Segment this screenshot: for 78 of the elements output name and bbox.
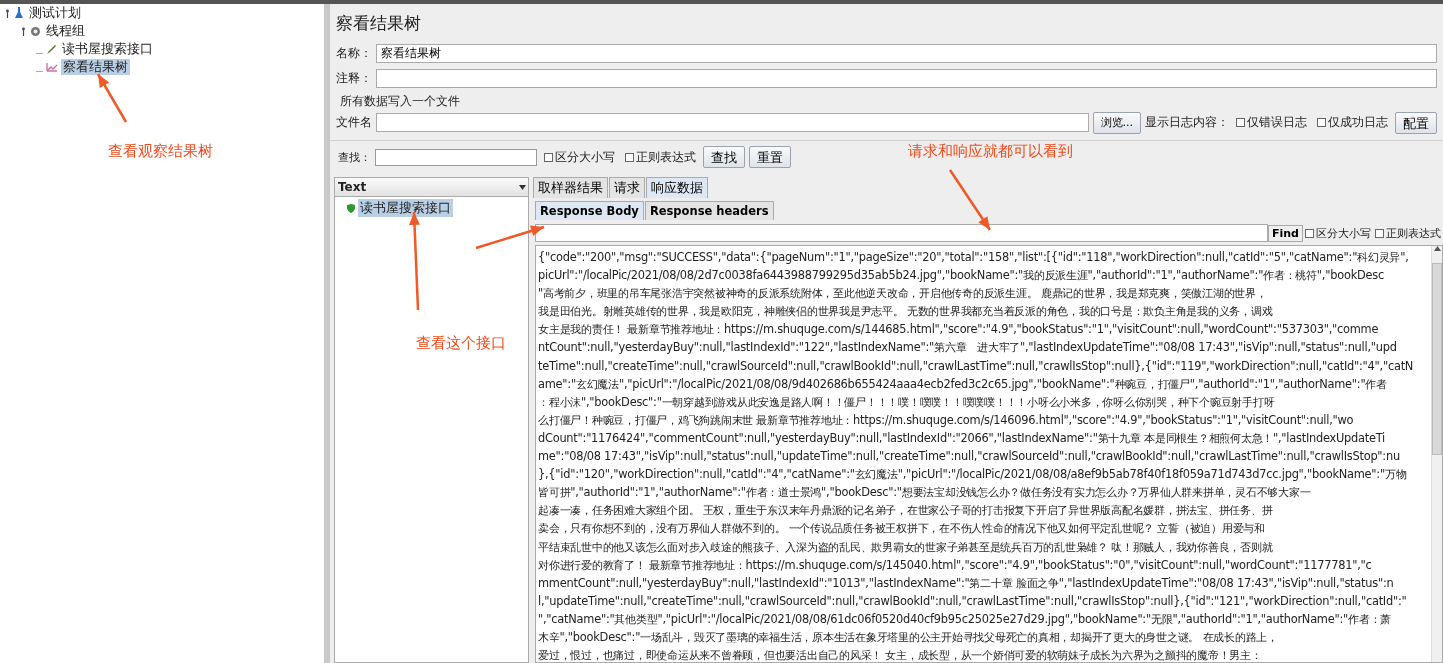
checkbox-label: 正则表达式: [636, 148, 696, 166]
chart-icon: [46, 62, 58, 72]
find-button[interactable]: Find: [1268, 224, 1303, 242]
checkbox[interactable]: [1305, 228, 1314, 238]
section-title: 所有数据写入一个文件: [339, 93, 461, 110]
scroll-up-icon[interactable]: [1433, 246, 1441, 251]
checkbox-label: 仅错误日志: [1247, 114, 1307, 131]
response-text-line: 皆可拼","authorId":"1","authorName":"作者：道士景鸿","bookDesc":"想要法宝却没钱怎么办？做任务没有实力怎么办？万界仙人群来拼单，灵石不够大家一: [538, 484, 1312, 502]
response-text-line: 平结束乱世中的他又该怎么面对步入歧途的熊孩子、入深为盗的乱民、欺男霸女的世家子弟甚至是统兵百万的乱世枭雄？ 呔！那贼人，我劝你善良，否则就: [538, 538, 1274, 556]
config-button[interactable]: 配置: [1395, 111, 1437, 134]
response-text-line: {"code":"200","msg":"SUCCESS","data":{"pageNum":"1","pageSize":"20","total":"158","list":[{"id":"118","workDirection":null,"catId":"5","catName":"科幻灵异",: [538, 249, 1410, 266]
checkbox[interactable]: [1317, 118, 1326, 127]
annotation-text: 查看这个接口: [416, 334, 506, 353]
response-text-line: l,"updateTime":null,"createTime":null,"crawlSourceId":null,"crawlBookId":null,"crawlLastTime":null,"crawlIsStop":null},{"id":"121","workDirection":null,"catId":": [538, 592, 1408, 610]
checkbox-label: 区分大小写: [555, 148, 615, 166]
tree-item[interactable]: 线程组: [44, 23, 87, 39]
annotation-text: 查看观察结果树: [108, 142, 213, 161]
annotation-arrow: [475, 225, 545, 250]
response-text-line: 起凑一凑，任务困难大家组个团。 王权，重生于东汉末年丹鼎派的记名弟子，在世家公子哥的打击报复下开启了异世界版高配名媛群，拼法宝、拼任务、拼: [538, 502, 1274, 520]
checkbox-label: 仅成功日志: [1328, 114, 1388, 131]
response-text-line: "高考前夕，班里的吊车尾张浩宇突然被神奇的反派系统附体，至此他逆天改命，开启他传奇的反派生涯。 鹿鼎记的世界，我是郑克爽，笑傲江湖的世界，: [538, 285, 1268, 303]
dropdown-caret-icon[interactable]: [519, 184, 526, 190]
tab[interactable]: 取样器结果: [533, 177, 608, 198]
response-text-line: 我是田伯光。射雕英雄传的世界，我是欧阳克，神雕侠侣的世界我是尹志平。 无数的世界我都充当着反派的角色，我的口号是：欺负主角是我的义务，调戏: [538, 303, 1274, 321]
checkbox-label: 区分大小写: [1316, 225, 1371, 241]
name-label: 名称：: [336, 45, 372, 62]
flask-icon: [14, 7, 24, 19]
checkbox-label: 正则表达式: [1386, 225, 1441, 241]
tab[interactable]: 响应数据: [646, 177, 708, 198]
filename-field[interactable]: [376, 113, 1089, 132]
file-label: 文件名: [336, 114, 372, 131]
checkbox[interactable]: [544, 152, 553, 162]
tree-item[interactable]: 读书屋搜索接口: [60, 41, 155, 57]
browse-button[interactable]: 浏览...: [1092, 111, 1141, 134]
search-label: 查找：: [338, 149, 371, 165]
response-text-line: 卖会，只有你想不到的，没有万界仙人群做不到的。 一个传说品质任务被王权拼下，在不伤人性命的情况下他又如何平定乱世呢？ 立誓（被迫）用爱与和: [538, 520, 1266, 538]
tab[interactable]: Response Body: [535, 201, 644, 220]
response-text-line: ntCount":null,"yesterdayBuy":null,"lastIndexId":"122","lastIndexName":"第六章 进大牢了","lastIndexUpdateTime":"08/08 17:43","isVip":null,"status":null,"upd: [538, 339, 1398, 357]
response-text-line: teTime":null,"createTime":null,"crawlSourceId":null,"crawlBookId":null,"crawlLastTime":null,"crawlIsStop":null},{"id":"119","workDirection":null,"catId":"4","catN: [538, 357, 1415, 375]
response-text-line: 对你进行爱的教育了！ 最新章节推荐地址：https://m.shuquge.com/s/145040.html","score":"4.9","bookStatus":"0","visitCount":null,"wordCount":"1177781","c: [538, 556, 1373, 574]
response-text-line: picUrl":"/localPic/2021/08/08/2d7c0038fa6443988799295d35ab5b24.jpg","bookName":"我的反派生涯","authorId":"1","authorName":"作者：桃符","bookDesc: [538, 267, 1385, 285]
annotation-arrow: [96, 73, 128, 123]
panel-title: 察看结果树: [335, 12, 422, 35]
checkbox[interactable]: [1375, 228, 1384, 238]
response-text-line: mmentCount":null,"yesterdayBuy":null,"lastIndexId":"1013","lastIndexName":"第二十章 脸面之争","lastIndexUpdateTime":"08/08 17:43","isVip":null,"status":n: [538, 574, 1395, 592]
checkbox[interactable]: [625, 152, 634, 162]
comment-label: 注释：: [336, 70, 372, 87]
scrollbar-thumb[interactable]: [1432, 263, 1442, 455]
response-text-line: 木辛","bookDesc":"一场乱斗，毁灭了墨璃的幸福生活，原本生活在象牙塔里的公主开始寻找父母死亡的真相，却揭开了更大的身世之谜。 在成长的路上，: [538, 628, 1279, 646]
response-text-line: me":"08/08 17:43","isVip":null,"status":null,"updateTime":null,"createTime":null,"crawlSourceId":null,"crawlBookId":null,"crawlLastTime":null,"crawlIsStop":nu: [538, 448, 1401, 466]
annotation-arrow: [948, 169, 992, 231]
name-field[interactable]: 察看结果树: [376, 44, 1437, 63]
response-text-line: 爱过，恨过，也痛过，即使命运从来不曾眷顾，但也要活出自己的风采！ 女主，成长型，从一个娇俏可爱的软萌妹子成长为六界为之颤抖的魔帝！男主：: [538, 647, 1263, 662]
response-text-line: ：程小沫","bookDesc":"一朝穿越到游戏从此安逸是路人啊！！僵尸！！！噗！噗噗！！噗噗噗！！！小呀么小米多，你呀么你别哭，种下个豌豆射手打呀: [538, 393, 1276, 411]
log-label: 显示日志内容：: [1145, 114, 1229, 131]
expand-toggle-icon[interactable]: [4, 8, 11, 18]
pen-icon: [46, 43, 57, 55]
tab[interactable]: Response headers: [644, 201, 774, 220]
response-text-line: ","catName":"其他类型","picUrl":"/localPic/2021/08/08/61dc06f0520d40cf9b95c25025e27d29.jpg","bookName":"无限","authorId":"1","authorName":"作者：萧: [538, 610, 1393, 628]
tab[interactable]: 请求: [609, 177, 645, 198]
response-text-line: },{"id":"120","workDirection":null,"catId":"4","catName":"玄幻魔法","picUrl":"/localPic/2021/08/08/a8ef9b5ab78f40f18f059a71d743d7cc.jpg","bookName":"万物: [538, 466, 1408, 484]
response-text-line: 女主是我的责任！ 最新章节推荐地址：https://m.shuquge.com/s/144685.html","score":"4.9","bookStatus":"1","visitCount":null,"wordCount":"537303","comme: [538, 321, 1380, 339]
tree-item[interactable]: 察看结果树: [61, 59, 130, 75]
find-field[interactable]: [535, 224, 1268, 242]
tree-item[interactable]: 测试计划: [27, 5, 83, 21]
gear-icon: [30, 25, 41, 37]
expand-toggle-icon[interactable]: [20, 26, 27, 36]
response-text-line: 么打僵尸！种豌豆，打僵尸，鸡飞狗跳闹末世 最新章节推荐地址：https://m.shuquge.com/s/146096.html","score":"4.9","bookStatus":"1","visitCount":null,"wo: [538, 411, 1355, 429]
renderer-select[interactable]: Text: [338, 180, 367, 194]
checkbox[interactable]: [1236, 118, 1245, 127]
search-field[interactable]: [375, 148, 537, 166]
comment-field[interactable]: [376, 69, 1437, 88]
response-text-line: dCount":"1176424","commentCount":null,"yesterdayBuy":null,"lastIndexId":"2066","lastIndexName":"第十九章 本是同根生？相煎何太急！","lastIndexUpdateTi: [538, 429, 1387, 447]
search-action-button[interactable]: 查找: [703, 146, 745, 168]
search-action-button[interactable]: 重置: [749, 146, 791, 168]
annotation-text: 请求和响应就都可以看到: [908, 142, 1073, 161]
response-text-line: ame":"玄幻魔法","picUrl":"/localPic/2021/08/08/9d402686b655424aaa4ecb2fed3c2c65.jpg","bookName":"种豌豆，打僵尸","authorId":"1","authorName":"作者: [538, 375, 1388, 393]
result-item[interactable]: 读书屋搜索接口: [358, 199, 453, 217]
